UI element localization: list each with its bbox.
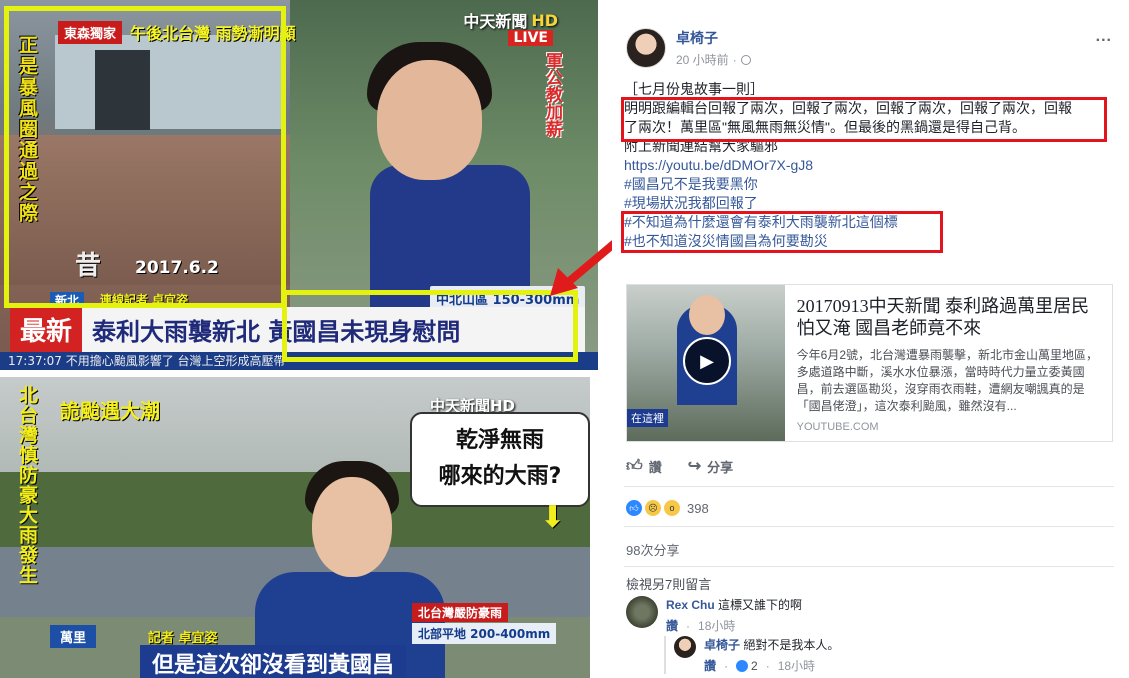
- like-label: 讚: [648, 459, 662, 475]
- like-button[interactable]: 👍︎ 讚: [626, 456, 662, 476]
- program-title: 詭颱遇大潮: [60, 399, 160, 423]
- comment-reactions[interactable]: 2: [736, 659, 758, 673]
- vertical-caption-right: 軍公教加薪: [542, 52, 562, 137]
- reaction-count: 398: [687, 500, 709, 516]
- channel-hd: HD: [531, 10, 558, 30]
- comment-body: 卓椅子 絕對不是我本人。 讚 · 2 · 18小時: [704, 636, 839, 674]
- commenter-avatar[interactable]: [626, 596, 658, 628]
- vertical-caption: 北台灣慎防豪大雨發生: [16, 385, 38, 585]
- reporter-head: [377, 60, 482, 180]
- divider: [624, 566, 1114, 567]
- author-avatar[interactable]: [626, 28, 666, 68]
- commenter-name[interactable]: 卓椅子: [704, 638, 740, 652]
- wow-reaction-icon: o: [664, 500, 680, 516]
- hashtag[interactable]: #國昌兄不是我要黑你: [624, 175, 1114, 194]
- timestamp-text: 20 小時前: [676, 53, 729, 67]
- comment-like-button[interactable]: 讚: [704, 657, 716, 674]
- flash-label: 最新: [10, 307, 83, 352]
- comment-text: 絕對不是我本人。: [743, 638, 840, 652]
- share-label: 分享: [707, 459, 734, 475]
- comment-time[interactable]: 18小時: [778, 657, 815, 674]
- link-description: 今年6月2號，北台灣遭暴雨襲擊，新北市金山萬里地區，多處道路中斷，溪水水位暴漲，…: [796, 348, 1099, 413]
- news-headline: 但是這次卻沒看到黃國昌: [140, 645, 407, 678]
- down-arrow-icon: ⬇: [540, 500, 566, 535]
- thumb-caption: 在這裡: [627, 409, 668, 427]
- sad-reaction-icon: ☹: [645, 500, 661, 516]
- comment-time[interactable]: 18小時: [698, 617, 735, 634]
- reporter-head: [312, 477, 392, 577]
- top-news-image: 東森獨家 午後北台灣 雨勢漸明顯 中天新聞 HD LIVE 正是暴風圈通過之際 …: [0, 0, 598, 370]
- red-arrow-icon: [550, 238, 618, 296]
- comment: Rex Chu 這標又誰下的啊 讚 · 18小時: [626, 596, 802, 634]
- channel-logo: 中天新聞 HD: [463, 8, 558, 32]
- location-tag: 萬里: [50, 625, 97, 648]
- post-header: 卓椅子 20 小時前 ·: [626, 28, 751, 68]
- share-icon: ↪: [687, 458, 702, 475]
- globe-icon: [740, 54, 751, 65]
- red-highlight-box: [621, 97, 1107, 142]
- commenter-avatar[interactable]: [674, 636, 696, 658]
- play-icon[interactable]: ▶: [683, 337, 731, 385]
- comment-body: Rex Chu 這標又誰下的啊 讚 · 18小時: [666, 596, 802, 634]
- more-options-icon[interactable]: ...: [1096, 28, 1112, 46]
- comment-reply: 卓椅子 絕對不是我本人。 讚 · 2 · 18小時: [664, 636, 839, 674]
- comment-meta: 讚 · 18小時: [666, 617, 736, 634]
- post-meta: 卓椅子 20 小時前 ·: [676, 28, 751, 68]
- comment-meta: 讚 · 2 · 18小時: [704, 657, 816, 674]
- divider: [624, 486, 1114, 487]
- bubble-line-2: 哪來的大雨?: [438, 464, 562, 489]
- link-title[interactable]: 20170913中天新聞 泰利路過萬里居民怕又淹 國昌老師竟不來: [797, 295, 1100, 339]
- share-count[interactable]: 98次分享: [626, 540, 679, 559]
- facebook-post: 卓椅子 20 小時前 · ... ［七月份鬼故事一則］ 明明跟編輯台回報了兩次，…: [612, 14, 1128, 678]
- thumb-reporter-head: [689, 295, 725, 335]
- reporter-tag: 記者 卓宜姿: [148, 631, 218, 646]
- comment-reaction-count: 2: [751, 658, 758, 673]
- comment-text: 這標又誰下的啊: [718, 598, 803, 612]
- share-button[interactable]: ↪ 分享: [688, 456, 733, 476]
- reaction-summary[interactable]: 👍︎ ☹ o 398: [626, 500, 709, 516]
- link-info: 20170913中天新聞 泰利路過萬里居民怕又淹 國昌老師竟不來 今年6月2號，…: [785, 285, 1112, 441]
- youtube-link[interactable]: https://youtu.be/dDMOr7X-gJ8: [624, 156, 1114, 175]
- rain-alert-tag: 北台灣嚴防豪雨: [412, 603, 509, 622]
- video-thumbnail[interactable]: ▶ 在這裡: [627, 285, 785, 441]
- speech-bubble: 乾淨無雨 哪來的大雨?: [410, 412, 590, 507]
- rain-range: 北部平地 200-400mm: [412, 623, 557, 644]
- link-preview-card[interactable]: ▶ 在這裡 20170913中天新聞 泰利路過萬里居民怕又淹 國昌老師竟不來 今…: [626, 284, 1113, 442]
- yellow-highlight-box: [282, 290, 578, 362]
- comment-like-button[interactable]: 讚: [666, 617, 678, 634]
- link-source: YOUTUBE.COM: [796, 421, 879, 433]
- author-name[interactable]: 卓椅子: [676, 28, 751, 48]
- live-badge: LIVE: [508, 30, 553, 46]
- divider: [624, 526, 1114, 527]
- view-more-comments[interactable]: 檢視另7則留言: [626, 574, 711, 593]
- like-reaction-icon: 👍︎: [626, 500, 642, 516]
- channel-name: 中天新聞: [463, 12, 528, 31]
- red-highlight-box: [621, 211, 943, 253]
- thumbs-up-icon: 👍︎: [626, 457, 643, 475]
- bubble-line-1: 乾淨無雨: [455, 428, 544, 453]
- yellow-highlight-box: [4, 6, 286, 308]
- news-screenshot-collage: 東森獨家 午後北台灣 雨勢漸明顯 中天新聞 HD LIVE 正是暴風圈通過之際 …: [0, 0, 618, 678]
- like-reaction-icon: [736, 659, 749, 672]
- commenter-name[interactable]: Rex Chu: [666, 598, 715, 612]
- action-bar: 👍︎ 讚 ↪ 分享: [626, 456, 733, 476]
- post-timestamp[interactable]: 20 小時前 ·: [676, 51, 751, 68]
